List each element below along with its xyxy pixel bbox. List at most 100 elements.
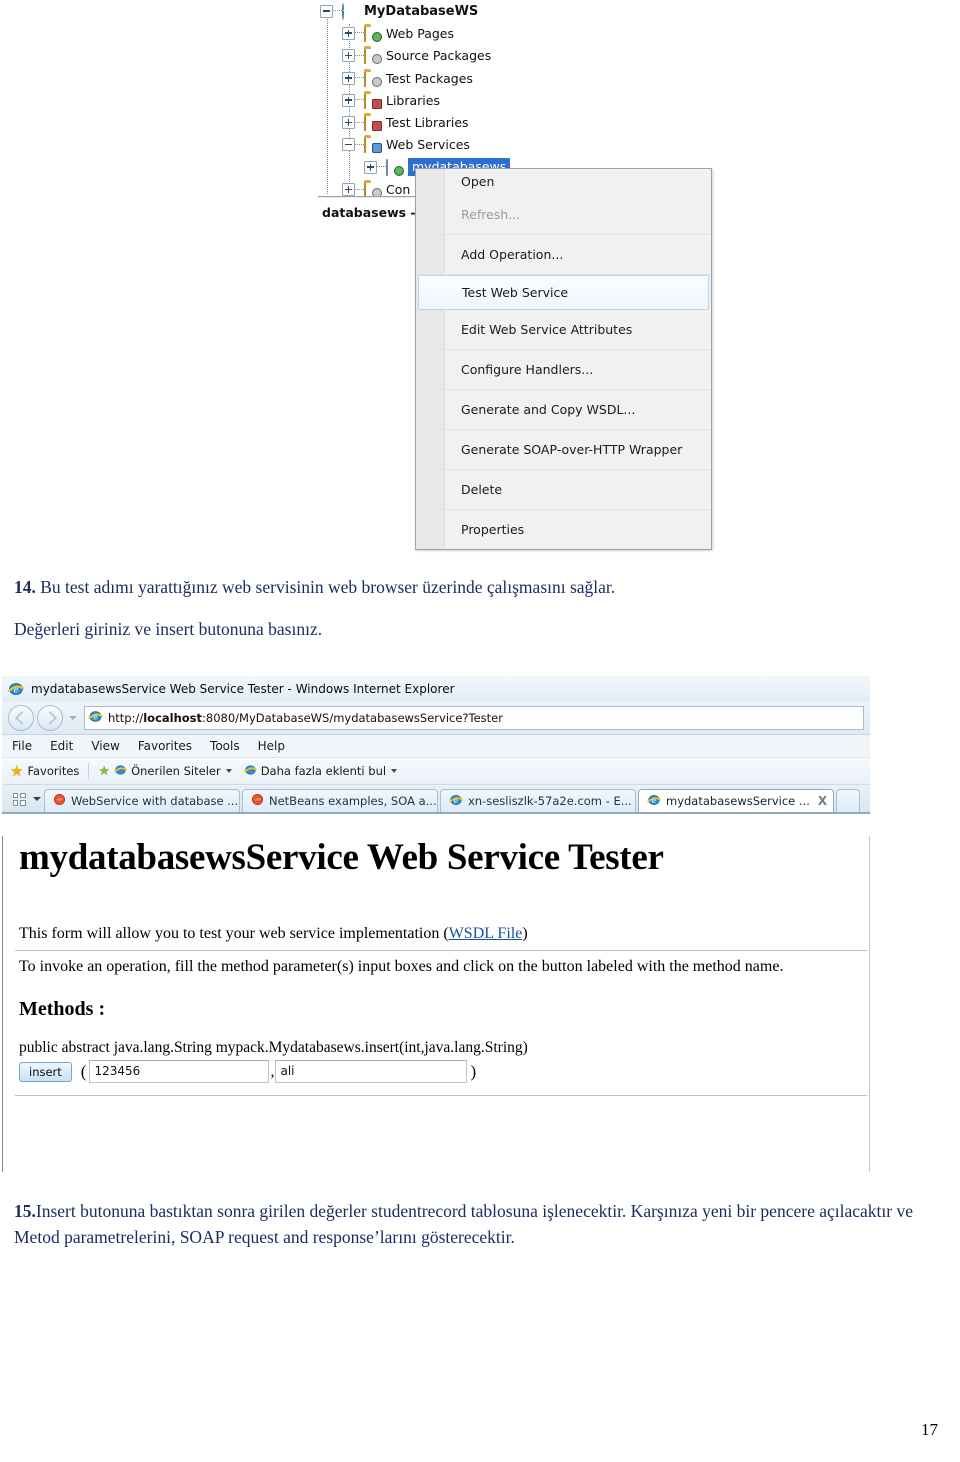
tree-node-mydatabasews-root[interactable]: MyDatabaseWS — [318, 0, 588, 22]
expand-icon[interactable] — [342, 26, 355, 40]
favorites-item-label: Daha fazla eklenti bul — [260, 764, 387, 778]
param-string-input[interactable] — [275, 1060, 468, 1083]
ie-icon: e — [449, 793, 463, 810]
menu-item-edit[interactable]: Edit — [50, 739, 73, 753]
collapse-icon[interactable] — [320, 4, 333, 18]
tree-node-test-libraries[interactable]: Test Libraries — [318, 111, 588, 133]
step-14-line-2: Değerleri giriniz ve insert butonuna bas… — [14, 619, 323, 639]
context-menu-item-generate-and-copy-wsdl[interactable]: Generate and Copy WSDL... — [416, 390, 711, 430]
intro-text-after: ) — [522, 925, 528, 942]
expand-icon[interactable] — [342, 183, 355, 197]
context-menu[interactable]: Open Refresh... Add Operation... Test We… — [415, 168, 712, 550]
context-menu-item-properties[interactable]: Properties — [416, 510, 711, 549]
svg-text:e: e — [652, 796, 656, 804]
menu-item-file[interactable]: File — [12, 739, 32, 753]
page-icon — [243, 763, 257, 780]
tree-node-web-services[interactable]: Web Services — [318, 134, 588, 156]
folder-configuration-icon — [364, 181, 382, 199]
tab-mydatabasewsservice[interactable]: e mydatabasewsService ... X — [638, 789, 834, 812]
tree-node-libraries[interactable]: Libraries — [318, 89, 588, 111]
menu-item-help[interactable]: Help — [258, 739, 285, 753]
collapse-icon[interactable] — [342, 138, 355, 152]
expand-icon[interactable] — [364, 160, 377, 174]
context-menu-item-open[interactable]: Open — [416, 169, 711, 195]
chevron-down-icon[interactable] — [391, 769, 398, 773]
favorites-item-suggested-sites[interactable]: Önerilen Siteler — [114, 763, 232, 780]
menu-item-view[interactable]: View — [91, 739, 119, 753]
context-menu-item-configure-handlers[interactable]: Configure Handlers... — [416, 350, 711, 390]
new-tab-button[interactable] — [836, 789, 860, 812]
chevron-down-icon[interactable] — [225, 769, 232, 773]
context-menu-item-edit-web-service-attributes[interactable]: Edit Web Service Attributes — [416, 310, 711, 350]
star-icon: ★ — [10, 762, 24, 780]
expand-icon[interactable] — [342, 116, 355, 130]
quick-tabs-icon[interactable] — [8, 789, 30, 809]
folder-source-icon — [364, 47, 382, 65]
url-input[interactable]: e http://localhost:8080/MyDatabaseWS/myd… — [84, 706, 864, 730]
param-int-input[interactable] — [89, 1060, 270, 1083]
tab-list-dropdown-icon[interactable] — [30, 789, 44, 809]
tab-label: xn-sesliszlk-57a2e.com - E... — [468, 794, 632, 808]
add-to-favorites-bar-icon[interactable]: ★ — [98, 764, 110, 779]
tab-netbeans-examples[interactable]: NetBeans examples, SOA a... — [242, 789, 438, 812]
svg-text:e: e — [13, 685, 18, 695]
window-titlebar: e mydatabasewsService Web Service Tester… — [2, 676, 870, 702]
url-path: :8080/MyDatabaseWS/mydatabasewsService?T… — [202, 711, 503, 725]
netbeans-screenshot: MyDatabaseWS Web Pages Source Packages T… — [318, 0, 718, 550]
back-button[interactable] — [8, 705, 34, 731]
internet-explorer-window: e mydatabasewsService Web Service Tester… — [2, 676, 870, 1172]
insert-button[interactable]: insert — [19, 1061, 72, 1082]
page-favicon-icon: e — [88, 709, 103, 727]
tab-webservice-with-database[interactable]: WebService with database ... — [44, 789, 240, 812]
tree-dotted-connector — [333, 10, 342, 12]
tree-dotted-connector — [355, 54, 364, 57]
expand-icon[interactable] — [342, 49, 355, 63]
context-menu-item-test-web-service[interactable]: Test Web Service — [418, 275, 709, 310]
divider-2 — [15, 1095, 867, 1096]
tree-node-source-packages[interactable]: Source Packages — [318, 45, 588, 67]
tree-node-web-pages[interactable]: Web Pages — [318, 22, 588, 44]
step-14-paragraph-2: Değerleri giriniz ve insert butonuna bas… — [14, 617, 944, 642]
context-menu-item-generate-soap-over-http-wrapper[interactable]: Generate SOAP-over-HTTP Wrapper — [416, 430, 711, 470]
globe-icon — [342, 2, 359, 20]
step-14-paragraph: 14. Bu test adımı yarattığınız web servi… — [14, 575, 944, 600]
menu-bar[interactable]: File Edit View Favorites Tools Help — [2, 735, 870, 758]
recent-pages-dropdown-icon[interactable] — [66, 706, 80, 730]
invoke-instructions: To invoke an operation, fill the method … — [19, 958, 784, 975]
url-host: localhost — [143, 711, 203, 725]
menu-item-favorites[interactable]: Favorites — [138, 739, 192, 753]
menu-item-tools[interactable]: Tools — [210, 739, 240, 753]
favorites-bar[interactable]: ★ Favorites ★ Önerilen Siteler Daha fazl… — [2, 758, 870, 785]
page-title: mydatabasewsService Web Service Tester — [19, 837, 664, 878]
svg-text:e: e — [93, 713, 98, 722]
tree-node-label: Test Libraries — [386, 115, 469, 131]
method-invoke-form[interactable]: insert ( , ) — [19, 1060, 869, 1083]
methods-heading: Methods : — [19, 998, 106, 1020]
expand-icon[interactable] — [342, 71, 355, 85]
tab-bar[interactable]: WebService with database ... NetBeans ex… — [2, 785, 870, 814]
favorites-button-label[interactable]: Favorites — [27, 764, 79, 778]
favorites-item-label: Önerilen Siteler — [131, 764, 221, 778]
tree-dotted-connector — [355, 121, 364, 124]
page-content: mydatabasewsService Web Service Tester T… — [2, 836, 870, 1172]
tree-node-test-packages[interactable]: Test Packages — [318, 67, 588, 89]
tree-node-label: Libraries — [386, 92, 440, 108]
intro-paragraph: This form will allow you to test your we… — [19, 925, 869, 943]
forward-button[interactable] — [37, 705, 63, 731]
method-signature: public abstract java.lang.String mypack.… — [19, 1039, 528, 1056]
expand-icon[interactable] — [342, 93, 355, 107]
intro-text-before: This form will allow you to test your we… — [19, 925, 449, 942]
favorites-item-get-more-addons[interactable]: Daha fazla eklenti bul — [243, 763, 398, 780]
folder-web-icon — [364, 24, 382, 42]
tab-xn-sesliszlk[interactable]: e xn-sesliszlk-57a2e.com - E... — [440, 789, 636, 812]
param-separator-comma: , — [270, 1062, 275, 1080]
tree-node-label: Con — [386, 182, 411, 198]
firefox-icon — [251, 793, 264, 809]
tree-node-label: Test Packages — [386, 70, 473, 86]
wsdl-file-link[interactable]: WSDL File — [449, 925, 523, 942]
context-menu-item-delete[interactable]: Delete — [416, 470, 711, 510]
close-icon[interactable]: X — [818, 794, 827, 808]
context-menu-item-add-operation[interactable]: Add Operation... — [416, 235, 711, 275]
favorites-separator — [88, 763, 90, 779]
open-paren: ( — [80, 1061, 87, 1081]
